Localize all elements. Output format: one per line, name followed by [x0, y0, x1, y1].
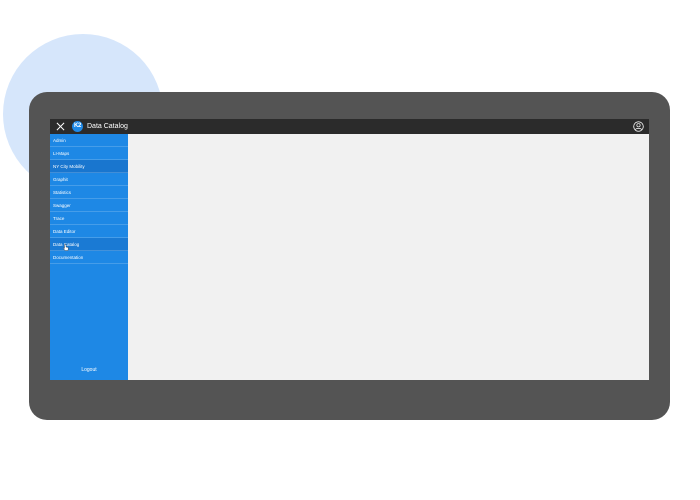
sidebar-item-graphit[interactable]: Graphit — [50, 173, 128, 186]
top-bar: K2 Data Catalog — [50, 119, 649, 134]
sidebar-item-data-editor[interactable]: Data Editor — [50, 225, 128, 238]
sidebar-nav: Admin LI-Maps NY City Mobility Graphit S… — [50, 134, 128, 380]
close-button[interactable] — [53, 119, 67, 134]
app-logo: K2 — [72, 121, 83, 132]
app-screen: K2 Data Catalog Admin LI-Maps NY City Mo… — [50, 119, 649, 380]
sidebar-item-li-maps[interactable]: LI-Maps — [50, 147, 128, 160]
stage: K2 Data Catalog Admin LI-Maps NY City Mo… — [0, 0, 700, 500]
logout-button[interactable]: Logout — [50, 367, 128, 373]
main-content-area — [128, 134, 649, 380]
sidebar-item-documentation[interactable]: Documentation — [50, 251, 128, 264]
sidebar-item-data-catalog[interactable]: Data Catalog — [50, 238, 128, 251]
user-account-icon — [633, 121, 644, 132]
app-title: Data Catalog — [87, 123, 128, 130]
sidebar-item-swagger[interactable]: Swagger — [50, 199, 128, 212]
sidebar-item-ny-city-mobility[interactable]: NY City Mobility — [50, 160, 128, 173]
sidebar-item-trace[interactable]: Trace — [50, 212, 128, 225]
sidebar-item-statistics[interactable]: Statistics — [50, 186, 128, 199]
hand-cursor-icon — [63, 244, 69, 251]
user-account-button[interactable] — [633, 121, 644, 132]
sidebar-item-admin[interactable]: Admin — [50, 134, 128, 147]
close-icon — [56, 122, 64, 131]
